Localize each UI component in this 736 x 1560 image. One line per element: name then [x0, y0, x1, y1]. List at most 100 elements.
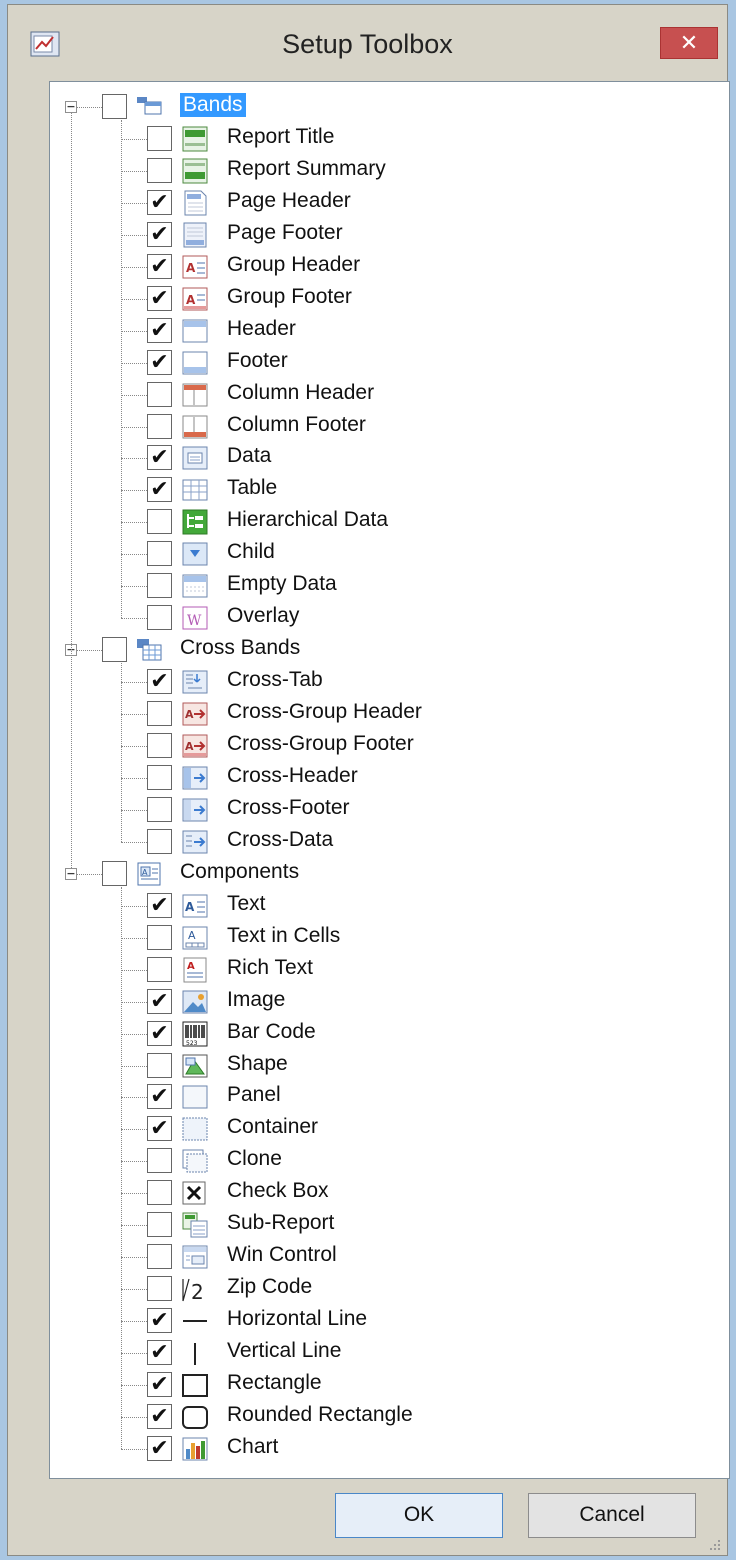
item-checkbox[interactable]: ✔ — [147, 477, 172, 503]
item-checkbox[interactable] — [147, 1180, 172, 1206]
item-checkbox[interactable] — [147, 956, 172, 982]
item-checkbox[interactable] — [147, 701, 172, 727]
item-checkbox[interactable] — [147, 125, 172, 151]
tree-connector — [121, 266, 147, 268]
tree-item-panel[interactable]: ✔ Panel — [50, 1082, 710, 1112]
tree-item-image[interactable]: ✔ Image — [50, 987, 710, 1017]
item-checkbox[interactable]: ✔ — [147, 349, 172, 375]
item-checkbox[interactable]: ✔ — [147, 189, 172, 215]
item-checkbox[interactable] — [147, 605, 172, 631]
page-header-icon — [184, 190, 207, 216]
item-checkbox[interactable] — [147, 573, 172, 599]
cross-data-icon — [182, 830, 208, 854]
title-bar[interactable]: Setup Toolbox ✕ — [8, 5, 727, 71]
tree-item-label: Cross-Tab — [227, 668, 323, 692]
item-checkbox[interactable]: ✔ — [147, 669, 172, 695]
item-checkbox[interactable]: ✔ — [147, 1020, 172, 1046]
tree-item-cross-header[interactable]: Cross-Header — [50, 763, 710, 793]
tree-connector — [77, 650, 102, 652]
item-checkbox[interactable]: ✔ — [147, 1116, 172, 1142]
tree-item-cross-footer[interactable]: Cross-Footer — [50, 795, 710, 825]
tree-item-cross-group-footer[interactable]: A Cross-Group Footer — [50, 731, 710, 761]
item-checkbox[interactable]: ✔ — [147, 1340, 172, 1366]
item-checkbox[interactable]: ✔ — [147, 892, 172, 918]
tree-item-container[interactable]: ✔ Container — [50, 1114, 710, 1144]
group-checkbox[interactable] — [102, 637, 127, 663]
tree-item-vertical-line[interactable]: ✔ Vertical Line — [50, 1338, 710, 1368]
tree-item-text[interactable]: ✔ A Text — [50, 891, 710, 921]
tree-item-zip-code[interactable]: 2 Zip Code — [50, 1274, 710, 1304]
item-checkbox[interactable]: ✔ — [147, 1372, 172, 1397]
tree-group-components[interactable]: − A Components — [50, 859, 710, 889]
expand-collapse-icon[interactable]: − — [65, 867, 77, 880]
tree-item-page-header[interactable]: ✔ Page Header — [50, 188, 710, 218]
resize-grip-icon[interactable] — [708, 1538, 722, 1552]
tree-group-bands[interactable]: − Bands — [50, 92, 710, 122]
tree-item-table[interactable]: ✔ Table — [50, 475, 710, 505]
tree-item-clone[interactable]: Clone — [50, 1146, 710, 1176]
tree-item-chart[interactable]: ✔ Chart — [50, 1434, 710, 1464]
item-checkbox[interactable] — [147, 381, 172, 407]
tree-item-cross-group-header[interactable]: A Cross-Group Header — [50, 699, 710, 729]
tree-item-rectangle[interactable]: ✔ Rectangle — [50, 1370, 710, 1400]
tree-item-data[interactable]: ✔ Data — [50, 443, 710, 473]
tree-item-footer[interactable]: ✔ Footer — [50, 348, 710, 378]
tree-item-column-header[interactable]: Column Header — [50, 380, 710, 410]
tree-item-sub-report[interactable]: Sub-Report — [50, 1210, 710, 1240]
expand-collapse-icon[interactable]: − — [65, 101, 77, 113]
item-checkbox[interactable] — [147, 541, 172, 567]
item-checkbox[interactable] — [147, 828, 172, 854]
tree-item-rich-text[interactable]: A Rich Text — [50, 955, 710, 985]
tree-item-column-footer[interactable]: Column Footer — [50, 412, 710, 442]
tree-item-header[interactable]: ✔ Header — [50, 316, 710, 346]
tree-group-cross-bands[interactable]: − Cross Bands — [50, 635, 710, 665]
close-button[interactable]: ✕ — [660, 27, 718, 59]
tree-item-overlay[interactable]: W Overlay — [50, 603, 710, 633]
tree-item-check-box[interactable]: Check Box — [50, 1178, 710, 1208]
tree-item-report-summary[interactable]: Report Summary — [50, 156, 710, 186]
group-checkbox[interactable] — [102, 860, 127, 886]
tree-item-text-in-cells[interactable]: A Text in Cells — [50, 923, 710, 953]
tree-item-rounded-rectangle[interactable]: ✔ Rounded Rectangle — [50, 1402, 710, 1432]
item-checkbox[interactable]: ✔ — [147, 1308, 172, 1334]
item-checkbox[interactable] — [147, 1212, 172, 1238]
tree-item-cross-data[interactable]: Cross-Data — [50, 827, 710, 857]
item-checkbox[interactable]: ✔ — [147, 988, 172, 1014]
tree-item-group-header[interactable]: ✔ A Group Header — [50, 252, 710, 282]
item-checkbox[interactable] — [147, 796, 172, 822]
group-checkbox[interactable] — [102, 94, 127, 119]
item-checkbox[interactable]: ✔ — [147, 285, 172, 311]
tree-item-win-control[interactable]: Win Control — [50, 1242, 710, 1272]
item-checkbox[interactable]: ✔ — [147, 221, 172, 247]
tree-item-horizontal-line[interactable]: ✔ Horizontal Line — [50, 1306, 710, 1336]
item-checkbox[interactable]: ✔ — [147, 1435, 172, 1461]
tree-item-group-footer[interactable]: ✔ A Group Footer — [50, 284, 710, 314]
tree-item-bar-code[interactable]: ✔ 523 Bar Code — [50, 1019, 710, 1049]
tree-connector — [121, 490, 147, 492]
item-checkbox[interactable] — [147, 1244, 172, 1270]
item-checkbox[interactable] — [147, 413, 172, 439]
item-checkbox[interactable]: ✔ — [147, 1084, 172, 1110]
cancel-button[interactable]: Cancel — [528, 1493, 696, 1538]
item-checkbox[interactable] — [147, 1148, 172, 1174]
item-checkbox[interactable] — [147, 733, 172, 758]
item-checkbox[interactable] — [147, 1052, 172, 1078]
tree-item-empty-data[interactable]: Empty Data — [50, 571, 710, 601]
toolbox-tree-panel[interactable]: − Bands Report Title Report Summary ✔ Page He… — [49, 81, 730, 1479]
tree-item-shape[interactable]: Shape — [50, 1051, 710, 1081]
item-checkbox[interactable] — [147, 509, 172, 535]
item-checkbox[interactable]: ✔ — [147, 253, 172, 279]
item-checkbox[interactable] — [147, 924, 172, 950]
tree-item-page-footer[interactable]: ✔ Page Footer — [50, 220, 710, 250]
item-checkbox[interactable] — [147, 764, 172, 790]
item-checkbox[interactable] — [147, 157, 172, 183]
tree-item-cross-tab[interactable]: ✔ Cross-Tab — [50, 667, 710, 697]
tree-item-report-title[interactable]: Report Title — [50, 124, 710, 154]
item-checkbox[interactable]: ✔ — [147, 1403, 172, 1429]
item-checkbox[interactable] — [147, 1276, 172, 1302]
ok-button[interactable]: OK — [335, 1493, 503, 1538]
tree-item-hierarchical-data[interactable]: Hierarchical Data — [50, 507, 710, 537]
item-checkbox[interactable]: ✔ — [147, 445, 172, 471]
item-checkbox[interactable]: ✔ — [147, 317, 172, 343]
tree-item-child[interactable]: Child — [50, 539, 710, 569]
